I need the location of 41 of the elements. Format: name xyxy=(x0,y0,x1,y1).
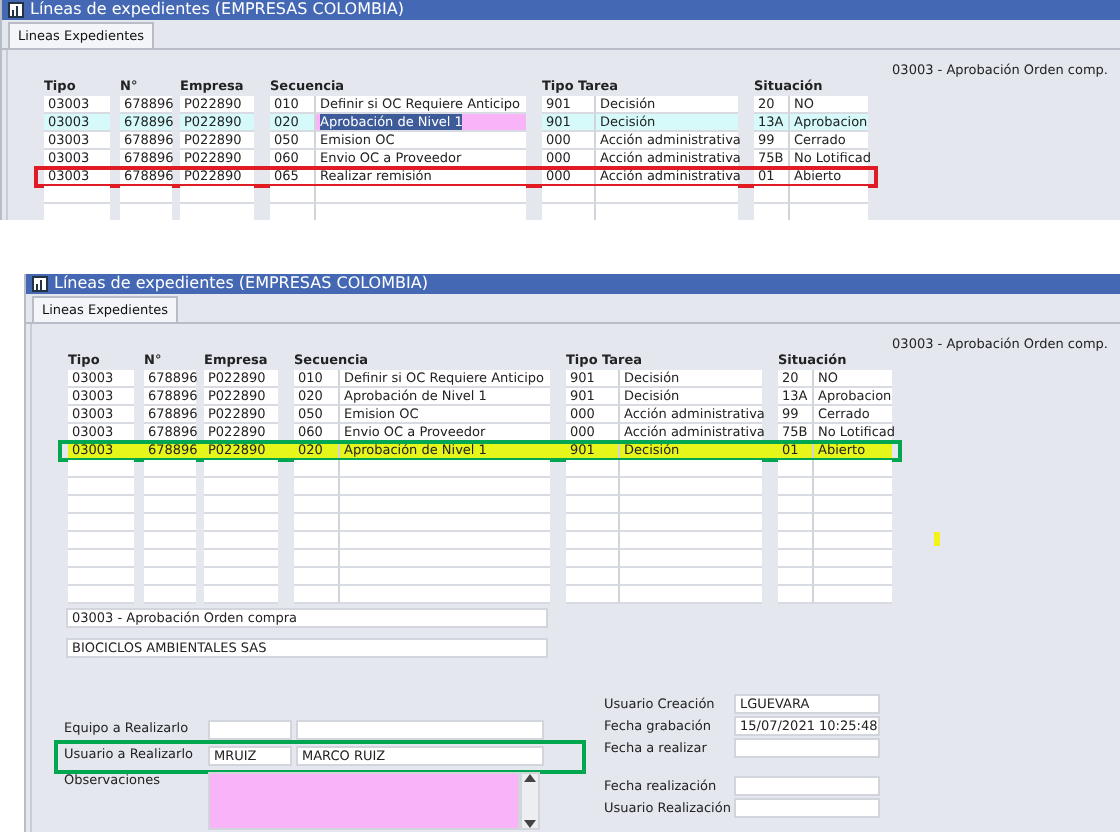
scroll-down-icon[interactable] xyxy=(524,820,536,828)
empty-cell xyxy=(144,514,196,532)
empty-cell xyxy=(68,514,134,532)
empty-cell xyxy=(204,514,278,532)
empty-cell xyxy=(44,186,110,204)
observations-field[interactable] xyxy=(208,772,520,830)
empty-cell xyxy=(204,568,278,586)
empty-cell xyxy=(68,586,134,604)
empty-cell xyxy=(68,550,134,568)
name-field[interactable] xyxy=(296,720,544,740)
empty-cell xyxy=(204,550,278,568)
input-field[interactable] xyxy=(734,776,880,796)
empty-cell xyxy=(120,186,172,204)
empty-cell xyxy=(68,460,134,478)
input-field[interactable] xyxy=(734,738,880,758)
empty-cell xyxy=(144,568,196,586)
empty-cell xyxy=(68,496,134,514)
empty-cell xyxy=(204,478,278,496)
empty-cell xyxy=(204,586,278,604)
empty-cell xyxy=(144,478,196,496)
window-icon xyxy=(32,276,48,292)
empty-cell xyxy=(144,460,196,478)
empty-cell xyxy=(204,460,278,478)
empty-cell xyxy=(68,532,134,550)
scrollbar[interactable] xyxy=(520,772,540,830)
empty-cell xyxy=(144,496,196,514)
input-field[interactable] xyxy=(734,798,880,818)
window-title: Líneas de expedientes (EMPRESAS COLOMBIA) xyxy=(30,0,404,20)
empty-cell xyxy=(180,186,254,204)
code-field[interactable] xyxy=(208,720,292,740)
empty-cell xyxy=(144,532,196,550)
empty-cell xyxy=(68,568,134,586)
empty-cell xyxy=(204,496,278,514)
window-icon xyxy=(8,2,24,18)
empty-cell xyxy=(144,586,196,604)
empty-cell xyxy=(144,550,196,568)
window-title: Líneas de expedientes (EMPRESAS COLOMBIA) xyxy=(54,274,428,294)
empty-cell xyxy=(68,478,134,496)
highlight-mark xyxy=(934,532,940,546)
scroll-up-icon[interactable] xyxy=(524,774,536,782)
empty-cell xyxy=(204,532,278,550)
